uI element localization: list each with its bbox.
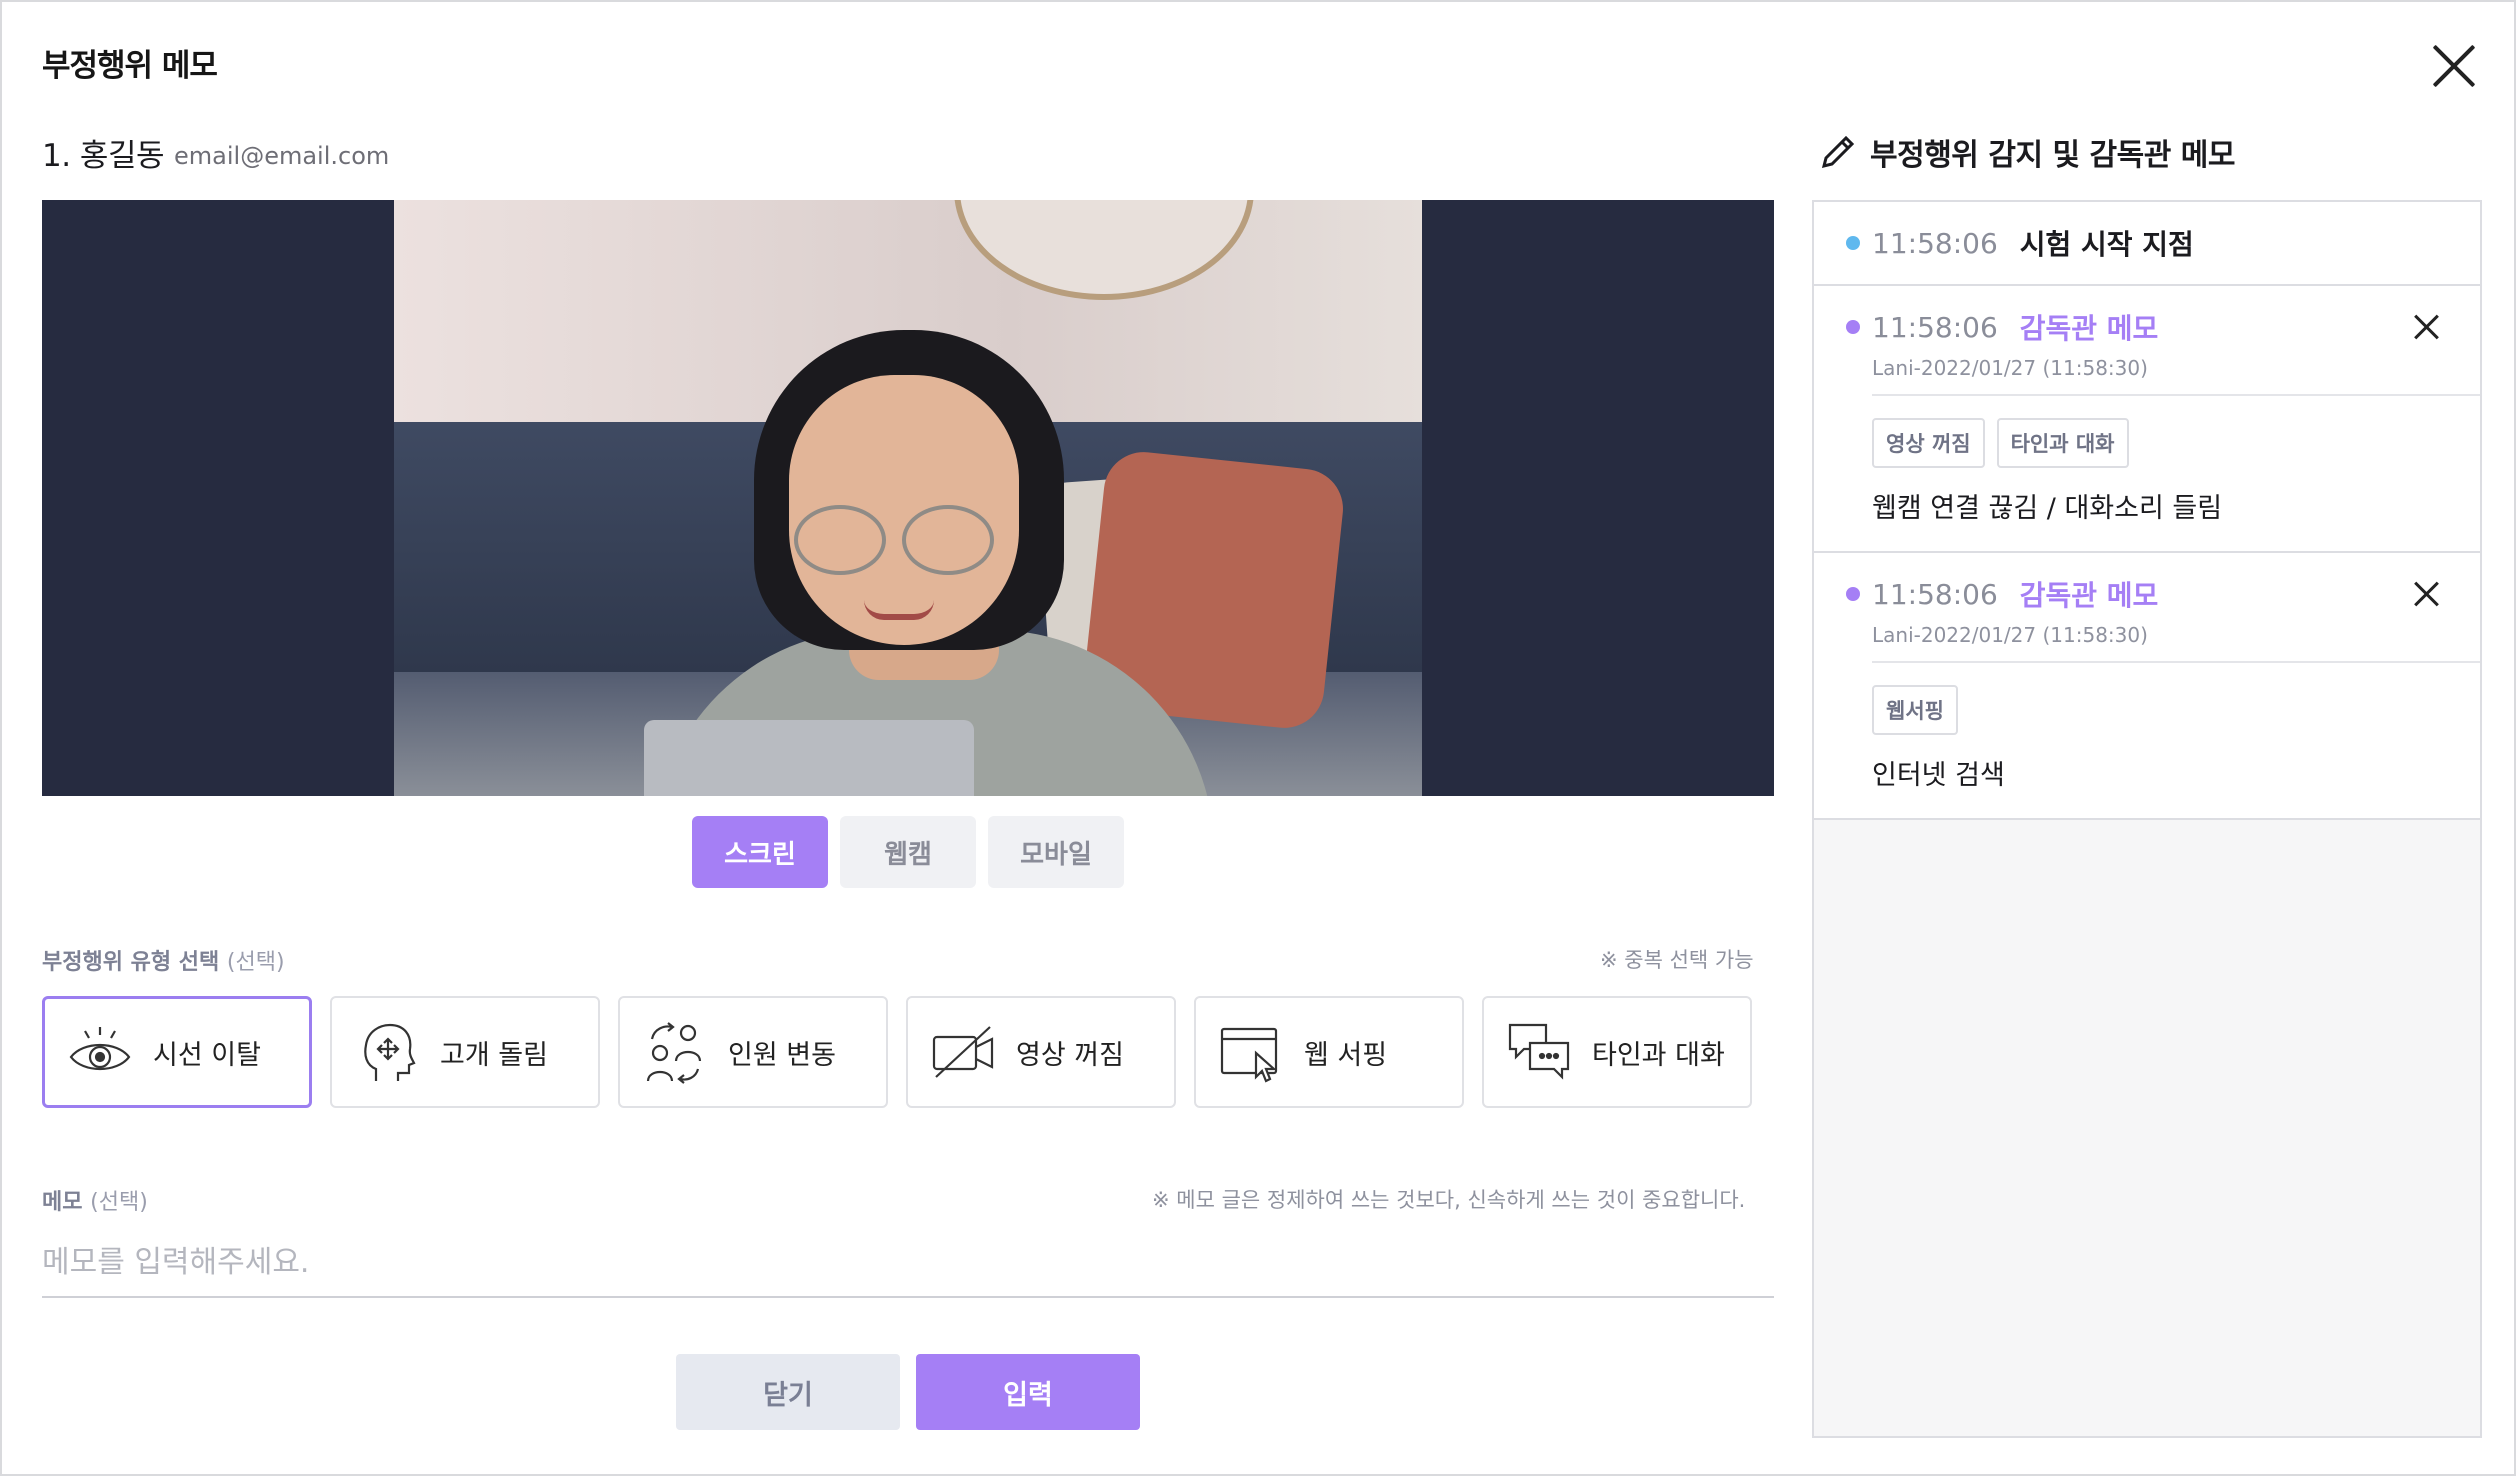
video-off-icon <box>932 1026 994 1078</box>
type-option-label: 고개 돌림 <box>440 1039 548 1071</box>
type-option-label: 타인과 대화 <box>1592 1039 1725 1071</box>
view-tabs: 스크린 웹캠 모바일 <box>692 816 1124 888</box>
memo-timeline[interactable]: 11:58:06 시험 시작 지점 11:58:06 감독관 메모 Lani-2… <box>1812 200 2482 1438</box>
cheating-memo-dialog: 부정행위 메모 1. 홍길동 email@email.com 스크린 웹캠 모바… <box>0 0 2516 1476</box>
head-turn-icon <box>364 1023 416 1081</box>
entry-time: 11:58:06 <box>1872 226 1998 260</box>
memo-optional: (선택) <box>90 1190 148 1215</box>
tag-chip: 웹서핑 <box>1872 685 1958 735</box>
entry-time: 11:58:06 <box>1872 310 1998 344</box>
tag-chip: 영상 꺼짐 <box>1872 418 1985 468</box>
web-cursor-icon <box>1220 1027 1278 1083</box>
tab-mobile[interactable]: 모바일 <box>988 816 1124 888</box>
timeline-entry: 11:58:06 감독관 메모 Lani-2022/01/27 (11:58:3… <box>1814 553 2480 820</box>
entry-title: 시험 시작 지점 <box>2019 228 2194 261</box>
cheating-type-options: 시선 이탈 고개 돌림 인원 변동 영상 꺼짐 웹 서핑 타인과 대화 <box>42 996 1752 1108</box>
type-option-label: 시선 이탈 <box>153 1039 261 1071</box>
sidebar-title: 부정행위 감지 및 감독관 메모 <box>1870 138 2235 173</box>
type-option-label: 웹 서핑 <box>1304 1039 1388 1071</box>
memo-title: 메모 <box>42 1190 83 1215</box>
tab-webcam[interactable]: 웹캠 <box>840 816 976 888</box>
type-option-talking[interactable]: 타인과 대화 <box>1482 996 1752 1108</box>
eye-icon <box>69 1027 131 1070</box>
delete-entry-icon[interactable] <box>2414 581 2440 607</box>
type-option-headcount[interactable]: 인원 변동 <box>618 996 888 1108</box>
sidebar-header: 부정행위 감지 및 감독관 메모 <box>1818 130 2235 174</box>
entry-tags: 웹서핑 <box>1814 663 2480 735</box>
type-option-label: 인원 변동 <box>728 1039 836 1071</box>
memo-hint: ※ 메모 글은 정제하여 쓰는 것보다, 신속하게 쓰는 것이 중요합니다. <box>1152 1188 1746 1212</box>
pencil-icon <box>1821 135 1855 169</box>
dialog-title: 부정행위 메모 <box>42 48 218 84</box>
memo-input[interactable] <box>42 1228 1774 1298</box>
type-option-video-off[interactable]: 영상 꺼짐 <box>906 996 1176 1108</box>
delete-entry-icon[interactable] <box>2414 314 2440 340</box>
type-section-title: 부정행위 유형 선택 <box>42 950 220 975</box>
type-section-hint: ※ 중복 선택 가능 <box>1600 948 1754 972</box>
entry-tags: 영상 꺼짐 타인과 대화 <box>1814 396 2480 468</box>
type-option-gaze[interactable]: 시선 이탈 <box>42 996 312 1108</box>
chat-icon <box>1508 1023 1570 1080</box>
type-option-label: 영상 꺼짐 <box>1016 1039 1124 1071</box>
type-option-head-turn[interactable]: 고개 돌림 <box>330 996 600 1108</box>
video-viewer <box>42 200 1774 796</box>
entry-time: 11:58:06 <box>1872 577 1998 611</box>
close-button[interactable]: 닫기 <box>676 1354 900 1430</box>
status-dot <box>1846 587 1860 601</box>
type-section-optional: (선택) <box>226 950 285 975</box>
timeline-entry: 11:58:06 감독관 메모 Lani-2022/01/27 (11:58:3… <box>1814 286 2480 553</box>
candidate-name: 1. 홍길동 <box>42 138 165 174</box>
status-dot <box>1846 320 1860 334</box>
entry-title: 감독관 메모 <box>2019 312 2159 345</box>
entry-text: 웹캠 연결 끊김 / 대화소리 들림 <box>1872 493 2223 524</box>
entry-title: 감독관 메모 <box>2019 579 2159 612</box>
timeline-entry: 11:58:06 시험 시작 지점 <box>1814 202 2480 286</box>
tab-screen[interactable]: 스크린 <box>692 816 828 888</box>
status-dot <box>1846 236 1860 250</box>
close-icon[interactable] <box>2430 42 2478 90</box>
memo-section-label: 메모 (선택) <box>42 1184 148 1216</box>
type-section-label: 부정행위 유형 선택 (선택) <box>42 944 285 976</box>
candidate-email: email@email.com <box>174 142 390 170</box>
people-change-icon <box>646 1022 702 1084</box>
candidate-video-frame <box>394 200 1422 796</box>
submit-button[interactable]: 입력 <box>916 1354 1140 1430</box>
entry-text: 인터넷 검색 <box>1872 760 2005 791</box>
type-option-web-surfing[interactable]: 웹 서핑 <box>1194 996 1464 1108</box>
tag-chip: 타인과 대화 <box>1996 418 2129 468</box>
